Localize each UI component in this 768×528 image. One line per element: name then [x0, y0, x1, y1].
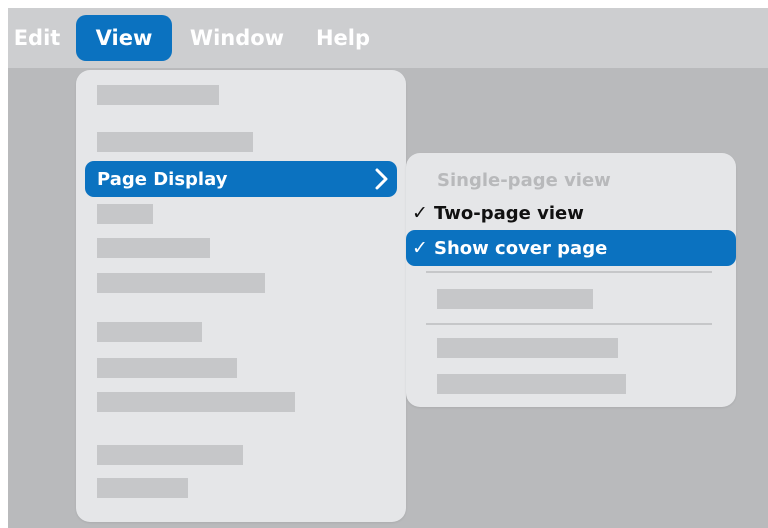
- menu-divider: [426, 271, 712, 273]
- menu-item-placeholder[interactable]: [97, 132, 253, 152]
- app-window: Edit View Window Help Page Display Singl…: [8, 8, 768, 528]
- menu-item-label: Page Display: [97, 168, 228, 190]
- menu-item-single-page-view[interactable]: Single-page view: [406, 166, 736, 194]
- menu-view[interactable]: View: [76, 15, 172, 61]
- menu-divider: [426, 323, 712, 325]
- checkmark-icon: ✓: [412, 202, 428, 224]
- menu-item-two-page-view[interactable]: ✓ Two-page view: [406, 199, 736, 227]
- menu-item-placeholder[interactable]: [97, 445, 243, 465]
- page-display-submenu: Single-page view ✓ Two-page view ✓ Show …: [406, 153, 736, 407]
- menu-item-placeholder[interactable]: [97, 238, 210, 258]
- menu-item-label: Single-page view: [437, 169, 611, 191]
- menu-help[interactable]: Help: [306, 15, 380, 61]
- menu-item-placeholder[interactable]: [97, 204, 153, 224]
- checkmark-icon: ✓: [412, 237, 428, 259]
- menu-item-show-cover-page[interactable]: ✓ Show cover page: [406, 230, 736, 266]
- menu-window[interactable]: Window: [184, 15, 290, 61]
- menu-item-placeholder[interactable]: [97, 392, 295, 412]
- menu-edit[interactable]: Edit: [8, 15, 66, 61]
- menu-item-label: Show cover page: [434, 237, 608, 259]
- menu-item-placeholder[interactable]: [97, 322, 202, 342]
- menu-item-placeholder[interactable]: [97, 85, 219, 105]
- menu-bar: Edit View Window Help: [8, 8, 768, 68]
- menu-item-placeholder[interactable]: [97, 478, 188, 498]
- menu-item-placeholder[interactable]: [97, 358, 237, 378]
- menu-item-placeholder[interactable]: [437, 374, 626, 394]
- menu-item-placeholder[interactable]: [97, 273, 265, 293]
- view-menu: Page Display: [76, 70, 406, 522]
- menu-item-label: Two-page view: [434, 202, 584, 224]
- chevron-right-icon: [373, 168, 389, 190]
- menu-item-page-display[interactable]: Page Display: [85, 161, 397, 197]
- menu-item-placeholder[interactable]: [437, 289, 593, 309]
- menu-item-placeholder[interactable]: [437, 338, 618, 358]
